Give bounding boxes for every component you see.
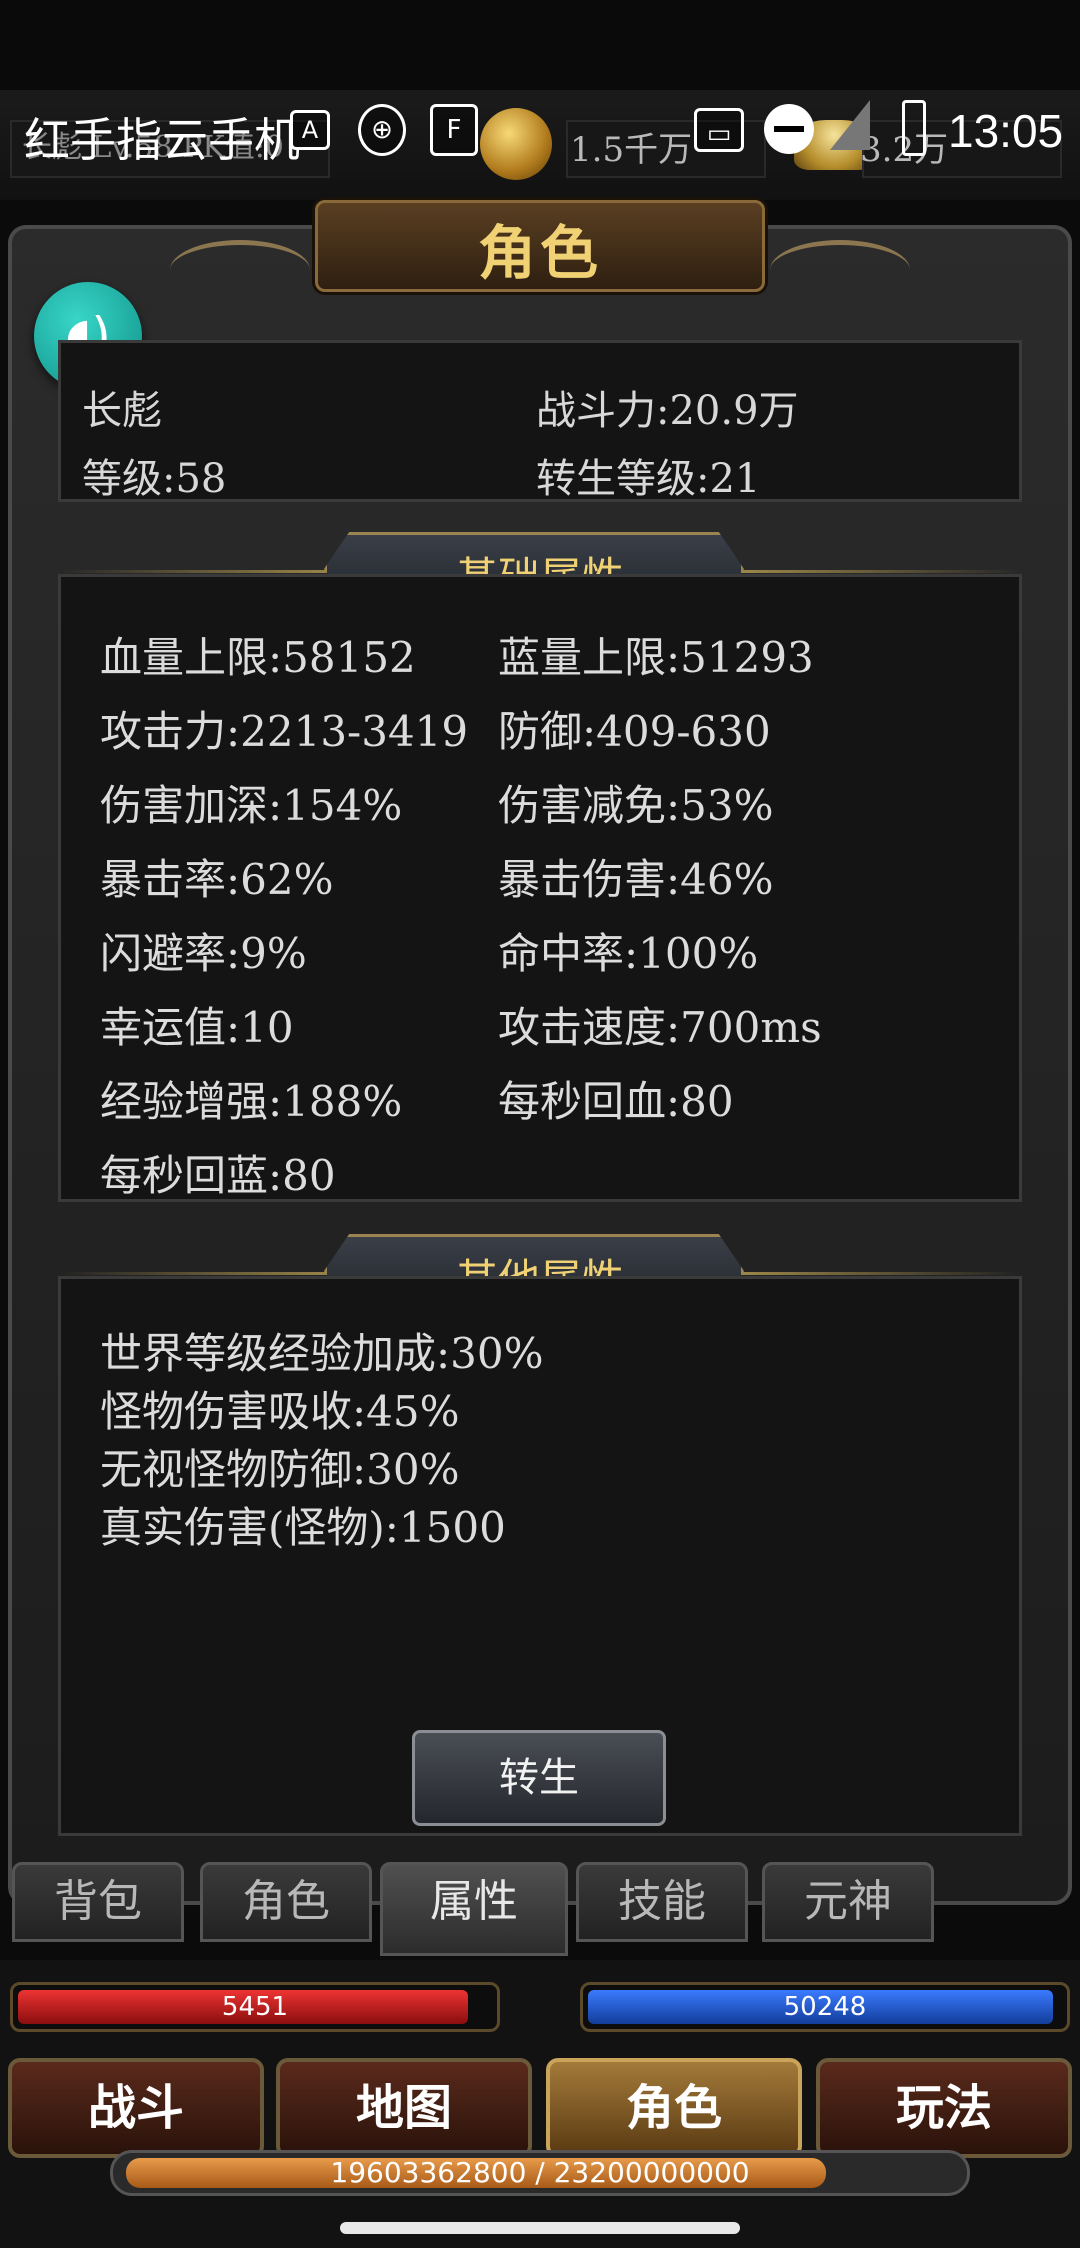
- attr-true-damage: 真实伤害(怪物):1500: [100, 1503, 506, 1552]
- hp-value: 5451: [221, 1992, 289, 2022]
- attr-hit-rate: 命中率:100%: [498, 929, 759, 978]
- attr-mp-regen: 每秒回蓝:80: [100, 1151, 336, 1200]
- attr-defense: 防御:409-630: [498, 707, 771, 756]
- clock: 13:05: [948, 105, 1064, 157]
- attr-luck: 幸运值:10: [100, 1003, 294, 1052]
- attr-attack-speed: 攻击速度:700ms: [498, 1003, 822, 1052]
- maintab-map[interactable]: 地图: [276, 2058, 532, 2158]
- app-name: 红手指云手机: [24, 114, 300, 166]
- home-indicator[interactable]: [340, 2222, 740, 2234]
- rebirth-button[interactable]: 转生: [412, 1730, 666, 1826]
- combat-power: 战斗力:20.9万: [536, 388, 799, 434]
- attr-dodge: 闪避率:9%: [100, 929, 307, 978]
- subtab-character[interactable]: 角色: [200, 1862, 372, 1942]
- shield-icon: ⊕: [358, 104, 406, 156]
- maintab-gameplay[interactable]: 玩法: [816, 2058, 1072, 2158]
- f-box-icon: F: [430, 104, 478, 156]
- attr-world-exp-bonus: 世界等级经验加成:30%: [100, 1329, 544, 1378]
- character-name: 长彪: [82, 388, 162, 434]
- subtab-spirit[interactable]: 元神: [762, 1862, 934, 1942]
- coin-icon: [480, 108, 552, 180]
- character-level: 等级:58: [82, 456, 227, 502]
- attr-damage-boost: 伤害加深:154%: [100, 781, 403, 830]
- notification-a-icon: A: [290, 110, 330, 150]
- gold-amount: 1.5千万: [570, 130, 693, 170]
- cast-icon: ▭: [694, 108, 744, 152]
- exp-value: 19603362800 / 23200000000: [330, 2156, 750, 2189]
- attr-attack: 攻击力:2213-3419: [100, 707, 469, 756]
- attr-monster-damage-absorb: 怪物伤害吸收:45%: [100, 1387, 460, 1436]
- attr-max-mp: 蓝量上限:51293: [498, 633, 814, 682]
- attr-crit-damage: 暴击伤害:46%: [498, 855, 774, 904]
- subtab-skills[interactable]: 技能: [576, 1862, 748, 1942]
- maintab-character[interactable]: 角色: [546, 2058, 802, 2158]
- title-wing-left: [170, 240, 310, 300]
- attr-ignore-monster-defense: 无视怪物防御:30%: [100, 1445, 460, 1494]
- title-wing-right: [770, 240, 910, 300]
- battery-icon: [902, 100, 926, 156]
- attr-max-hp: 血量上限:58152: [100, 633, 416, 682]
- maintab-battle[interactable]: 战斗: [8, 2058, 264, 2158]
- signal-icon: [830, 100, 870, 150]
- mp-value: 50248: [783, 1992, 867, 2022]
- attr-damage-reduction: 伤害减免:53%: [498, 781, 774, 830]
- status-bar: [0, 0, 1080, 90]
- attr-exp-boost: 经验增强:188%: [100, 1077, 403, 1126]
- dnd-icon: [764, 104, 814, 154]
- panel-title: 角色: [477, 219, 602, 287]
- subtab-bag[interactable]: 背包: [12, 1862, 184, 1942]
- attr-crit-rate: 暴击率:62%: [100, 855, 334, 904]
- attr-hp-regen: 每秒回血:80: [498, 1077, 734, 1126]
- rebirth-level: 转生等级:21: [536, 456, 761, 502]
- subtab-attributes[interactable]: 属性: [380, 1862, 568, 1956]
